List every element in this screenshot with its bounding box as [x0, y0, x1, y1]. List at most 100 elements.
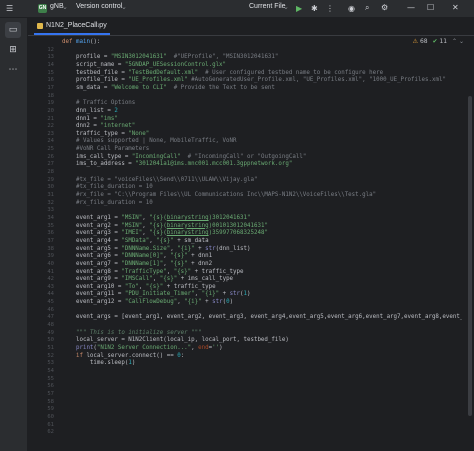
- inspection-widget[interactable]: ⚠ 68 ✔ 11 ⌃ ⌄: [413, 38, 464, 45]
- line-number: 19: [47, 100, 54, 107]
- code-line[interactable]: print("N1N2 Server Connection...", end='…: [62, 345, 223, 352]
- line-number: 41: [47, 268, 54, 275]
- line-number: 46: [47, 306, 54, 313]
- line-number: 26: [47, 153, 54, 160]
- line-number: 36: [47, 230, 54, 237]
- line-number: 44: [47, 291, 54, 298]
- line-number: 22: [47, 123, 54, 130]
- code-line[interactable]: profile = "MSIN3012041631" #"UEProfile",…: [62, 54, 278, 61]
- code-line[interactable]: time.sleep(1): [62, 360, 135, 367]
- code-line[interactable]: dnn_list = 2: [62, 108, 118, 115]
- structure-icon[interactable]: ⊞: [5, 42, 21, 58]
- code-line[interactable]: event_arg7 = "DNNName[1]", "{s}" + dnn2: [62, 261, 212, 268]
- python-file-icon: [37, 23, 43, 29]
- code-line[interactable]: event_arg2 = "MSIN", "{s}(binarystring)0…: [62, 223, 268, 230]
- line-number: 32: [47, 199, 54, 206]
- code-line[interactable]: dnn2 = "internet": [62, 123, 135, 130]
- line-number: 35: [47, 222, 54, 229]
- line-number: 45: [47, 299, 54, 306]
- line-number: 61: [47, 421, 54, 428]
- code-line[interactable]: sm_data = "Welcome to CLI" # Provide the…: [62, 85, 275, 92]
- line-number: 39: [47, 253, 54, 260]
- line-number: 29: [47, 176, 54, 183]
- vertical-scrollbar[interactable]: [466, 36, 474, 451]
- code-line[interactable]: event_arg5 = "DNNName.Size", "{i}" + str…: [62, 246, 251, 253]
- run-configuration[interactable]: Current File: [249, 3, 286, 10]
- line-number: 13: [47, 54, 54, 61]
- line-number-gutter: 12 13 14 15 16 17 18 19 20 21 22 23 24 25 26 27 28 29 30 31…: [28, 36, 58, 451]
- code-line[interactable]: ims_to_address = "3012041a1@ims.mnc001.m…: [62, 161, 292, 168]
- line-number: 62: [47, 429, 54, 436]
- warning-icon: ⚠: [412, 38, 419, 45]
- code-line[interactable]: event_arg11 = "PDU_Initiate_Timer", "{i}…: [62, 291, 251, 298]
- code-line[interactable]: #tx_file = "voiceFiles\\Send\\0711\\ULAW…: [62, 177, 258, 184]
- chevron-down-icon: ⌄: [62, 4, 68, 11]
- line-number: 56: [47, 383, 54, 390]
- play-icon[interactable]: ▶: [296, 4, 302, 14]
- line-number: 25: [47, 146, 54, 153]
- bug-icon[interactable]: ✱: [311, 4, 318, 14]
- minimize-icon[interactable]: —: [407, 3, 415, 13]
- line-number: 28: [47, 169, 54, 176]
- chevron-up-icon[interactable]: ⌃: [452, 38, 457, 45]
- maximize-icon[interactable]: ☐: [427, 3, 434, 13]
- code-line[interactable]: def main():: [62, 39, 100, 46]
- code-line[interactable]: event_arg3 = "IMEI", "{s}(binarystring)3…: [62, 230, 268, 237]
- code-line[interactable]: event_args = [event_arg1, event_arg2, ev…: [62, 314, 462, 321]
- chevron-down-icon[interactable]: ⌄: [459, 38, 464, 45]
- more-icon[interactable]: ⋮: [326, 4, 334, 14]
- code-line[interactable]: #VoNR Call Parameters: [62, 146, 149, 153]
- code-line[interactable]: # Traffic Options: [62, 100, 135, 107]
- close-icon[interactable]: ✕: [452, 3, 459, 13]
- line-number: 42: [47, 276, 54, 283]
- version-control-menu[interactable]: Version control: [76, 3, 122, 10]
- line-number: 57: [47, 390, 54, 397]
- code-line[interactable]: event_arg1 = "MSIN", "{s}(binarystring)3…: [62, 215, 251, 222]
- code-line[interactable]: event_arg8 = "TrafficType", "{s}" + traf…: [62, 269, 244, 276]
- scrollbar-thumb[interactable]: [468, 96, 472, 416]
- user-icon[interactable]: ◉: [348, 4, 355, 14]
- code-line[interactable]: traffic_type = "None": [62, 131, 149, 138]
- code-line[interactable]: event_arg6 = "DNNName[0]", "{s}" + dnn1: [62, 253, 212, 260]
- line-number: 33: [47, 207, 54, 214]
- code-line[interactable]: event_arg10 = "To", "{s}" + traffic_type: [62, 284, 216, 291]
- line-number: 60: [47, 413, 54, 420]
- code-line[interactable]: event_arg12 = "CallFlowDebug", "{i}" + s…: [62, 299, 233, 306]
- close-icon[interactable]: ×: [97, 21, 101, 29]
- line-number: 16: [47, 77, 54, 84]
- line-number: 23: [47, 130, 54, 137]
- gear-icon[interactable]: ⚙: [381, 3, 388, 13]
- line-number: 15: [47, 69, 54, 76]
- code-line[interactable]: event_arg4 = "SMData", "{s}" + sm_data: [62, 238, 209, 245]
- line-number: 18: [47, 92, 54, 99]
- more-icon[interactable]: ⋯: [5, 62, 21, 78]
- editor-tab-bar: N1N2_PlaceCall.py ×: [28, 18, 474, 36]
- line-number: 12: [47, 46, 54, 53]
- line-number: 54: [47, 367, 54, 374]
- tab-n1n2-placecall[interactable]: N1N2_PlaceCall.py ×: [34, 18, 110, 35]
- line-number: 40: [47, 260, 54, 267]
- code-line[interactable]: profile_file = "UE_Profiles.xml" #AutoGe…: [62, 77, 446, 84]
- code-line[interactable]: script_name = "5GNDAP_UESessionControl.g…: [62, 62, 226, 69]
- folder-icon[interactable]: ▭: [5, 22, 21, 38]
- search-icon[interactable]: ⌕: [365, 3, 369, 13]
- code-line[interactable]: testbed_file = "TestBedDefault.xml" # Us…: [62, 70, 383, 77]
- code-line[interactable]: #rx_file = "C:\\Program Files\\UL Commun…: [62, 192, 376, 199]
- code-line[interactable]: #tx_file_duration = 10: [62, 184, 153, 191]
- code-line[interactable]: event_arg9 = "IMSCall", "{s}" + ims_call…: [62, 276, 233, 283]
- code-line[interactable]: dnn1 = "ims": [62, 116, 118, 123]
- line-number: 30: [47, 184, 54, 191]
- line-number: 55: [47, 375, 54, 382]
- code-line[interactable]: if local_server.connect() == 0:: [62, 353, 184, 360]
- code-line[interactable]: # Values supported | None, MobileTraffic…: [62, 138, 237, 145]
- line-number: 37: [47, 237, 54, 244]
- code-line[interactable]: #rx_file_duration = 10: [62, 200, 153, 207]
- code-line[interactable]: local_server = N1N2Client(local_ip, loca…: [62, 337, 289, 344]
- code-line[interactable]: """ This is to initialize server """: [62, 330, 202, 337]
- hamburger-menu-icon[interactable]: ☰: [6, 4, 13, 14]
- code-editor[interactable]: def main(): profile = "MSIN3012041631" #…: [62, 36, 462, 451]
- line-number: 48: [47, 322, 54, 329]
- tool-window-sidebar: ▭ ⊞ ⋯: [0, 18, 28, 451]
- code-line[interactable]: ims_call_type = "IncomingCall" # "Incomi…: [62, 154, 306, 161]
- typo-count: 11: [439, 38, 448, 45]
